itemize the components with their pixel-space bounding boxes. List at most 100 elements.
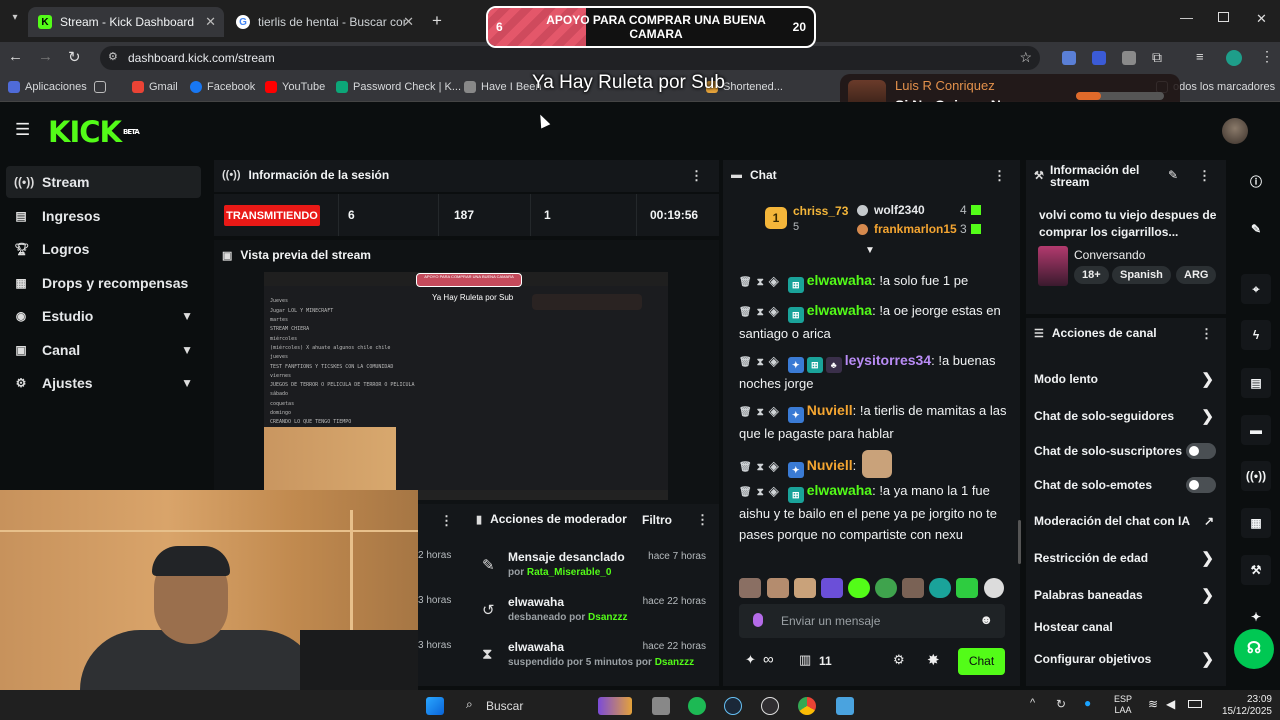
address-bar[interactable]: ⚙ dashboard.kick.com/stream ☆ bbox=[100, 46, 1040, 70]
moderator-name[interactable]: Dsanzzz bbox=[588, 612, 627, 623]
kick-points-icon[interactable]: ✸ bbox=[927, 651, 940, 669]
document-icon[interactable]: ▤ bbox=[1241, 368, 1271, 398]
maximize-window-icon[interactable] bbox=[1218, 12, 1229, 22]
expand-leaderboard-icon[interactable]: ▼ bbox=[865, 245, 875, 256]
action-banned-words[interactable]: Palabras baneadas ❯ bbox=[1034, 587, 1220, 604]
forward-icon[interactable]: → bbox=[38, 48, 53, 65]
sidebar-item-logros[interactable]: 🏆︎ Logros bbox=[6, 233, 201, 265]
extension-icon[interactable] bbox=[1062, 51, 1076, 65]
bookmark-apps[interactable]: Aplicaciones bbox=[8, 81, 87, 93]
tab-kick-dashboard[interactable]: K Stream - Kick Dashboard ✕ bbox=[28, 7, 224, 37]
mod-tools-icons[interactable]: 🗑︎⧗◈ bbox=[739, 462, 784, 473]
chat-username[interactable]: leysitorres34 bbox=[845, 352, 931, 368]
emote-button[interactable] bbox=[767, 578, 789, 598]
tab-google-search[interactable]: G tierlis de hentai - Buscar con Go ✕ bbox=[226, 7, 422, 37]
mod-tools-icons[interactable]: 🗑︎⧗◈ bbox=[739, 487, 784, 498]
mod-tools-icons[interactable]: 🗑︎⧗◈ bbox=[739, 307, 784, 318]
layout-icon[interactable]: ▦ bbox=[1241, 508, 1271, 538]
points-icon[interactable]: ✦ bbox=[745, 652, 756, 668]
bookmark-facebook[interactable]: Facebook bbox=[190, 81, 255, 93]
mod-tools-icons[interactable]: 🗑︎⧗◈ bbox=[739, 357, 784, 368]
broadcast-icon[interactable]: ((•)) bbox=[1241, 461, 1271, 491]
sidebar-item-ingresos[interactable]: ▤ Ingresos bbox=[6, 200, 201, 232]
microphone-icon[interactable] bbox=[753, 613, 763, 627]
emote-button[interactable] bbox=[739, 578, 761, 598]
chat-message[interactable]: 🗑︎⧗◈ ⊞ elwawaha: !a ya mano la 1 fue aishu… bbox=[739, 480, 1021, 545]
notepad-icon[interactable] bbox=[836, 697, 854, 715]
browser-menu-icon[interactable]: ⋮ bbox=[1260, 48, 1274, 65]
mod-action-row[interactable]: ✎ Mensaje desanclado por Rata_Miserable_… bbox=[468, 550, 718, 594]
chrome-icon[interactable] bbox=[798, 697, 816, 715]
send-chat-button[interactable]: Chat bbox=[958, 648, 1005, 675]
chat-username[interactable]: elwawaha bbox=[807, 272, 872, 288]
mod-action-subject[interactable]: elwawaha bbox=[508, 640, 564, 654]
media-control-icon[interactable]: ≡ bbox=[1196, 49, 1204, 64]
emoji-picker-icon[interactable]: ☻ bbox=[979, 612, 993, 627]
sidebar-item-ajustes[interactable]: ⚙ Ajustes ▼ bbox=[6, 367, 201, 399]
action-host-channel[interactable]: Hostear canal bbox=[1034, 620, 1220, 634]
tag-chip[interactable]: Spanish bbox=[1112, 266, 1171, 284]
moderator-name[interactable]: Dsanzzz bbox=[655, 657, 694, 668]
info-icon[interactable]: ⓘ bbox=[1241, 166, 1271, 196]
new-tab-button[interactable]: + bbox=[432, 11, 442, 31]
site-info-icon[interactable]: ⚙ bbox=[108, 50, 118, 63]
user-avatar[interactable] bbox=[1222, 118, 1248, 144]
emote-button[interactable] bbox=[984, 578, 1004, 598]
lightning-icon[interactable]: ϟ bbox=[1241, 320, 1271, 350]
wrench-icon[interactable]: ⚒ bbox=[1241, 555, 1271, 585]
sidebar-item-canal[interactable]: ▣ Canal ▼ bbox=[6, 334, 201, 366]
action-emotes-only[interactable]: Chat de solo-emotes bbox=[1034, 477, 1220, 493]
bookmark-star-icon[interactable]: ☆ bbox=[1019, 49, 1032, 66]
close-tab-icon[interactable]: ✕ bbox=[403, 14, 414, 30]
chat-username[interactable]: elwawaha bbox=[807, 302, 872, 318]
chat-input[interactable]: Enviar un mensaje ☻ bbox=[739, 604, 1005, 638]
bookmark-password-check[interactable]: Password Check | K... bbox=[336, 81, 461, 93]
leader-third-name[interactable]: frankmarlon15 bbox=[874, 222, 957, 236]
task-view-icon[interactable] bbox=[652, 697, 670, 715]
mod-tools-icons[interactable]: 🗑︎⧗◈ bbox=[739, 407, 784, 418]
emote-button[interactable] bbox=[956, 578, 978, 598]
emote-button[interactable] bbox=[821, 578, 843, 598]
action-followers-only[interactable]: Chat de solo-seguidores ❯ bbox=[1034, 408, 1220, 425]
kick-logo[interactable]: KICK BETA bbox=[48, 117, 140, 147]
tag-chip[interactable]: ARG bbox=[1176, 266, 1217, 284]
emotes-only-toggle[interactable] bbox=[1186, 477, 1216, 493]
chat-bubble-icon[interactable]: ▬ bbox=[1241, 415, 1271, 445]
panel-menu-icon[interactable]: ⋮ bbox=[440, 513, 453, 529]
bookmark-youtube[interactable]: YouTube bbox=[265, 81, 325, 93]
clock[interactable]: 23:09 15/12/2025 bbox=[1206, 694, 1272, 718]
chat-message[interactable]: 🗑︎⧗◈ ✦ Nuviell: bbox=[739, 450, 1021, 478]
stream-preview-video[interactable]: APOYO PARA COMPRAR UNA BUENA CAMARA Ya H… bbox=[264, 272, 668, 500]
back-icon[interactable]: ← bbox=[8, 48, 23, 65]
emote-button[interactable] bbox=[848, 578, 870, 598]
bookmark-gmail[interactable]: Gmail bbox=[132, 81, 178, 93]
widgets-icon[interactable] bbox=[598, 697, 632, 715]
mod-action-row[interactable]: ⧗ elwawaha suspendido por 5 minutos por … bbox=[468, 640, 718, 684]
close-tab-icon[interactable]: ✕ bbox=[205, 14, 216, 30]
action-ai-moderation[interactable]: Moderación del chat con IA ↗ bbox=[1034, 514, 1220, 528]
wifi-icon[interactable]: ≋ bbox=[1148, 697, 1158, 711]
chat-message[interactable]: 🗑︎⧗◈ ⊞ elwawaha: !a solo fue 1 pe bbox=[739, 270, 1021, 293]
microphone-icon[interactable]: ● bbox=[1084, 696, 1091, 710]
sidebar-item-stream[interactable]: ((•)) Stream bbox=[6, 166, 201, 198]
session-menu-icon[interactable]: ⋮ bbox=[690, 168, 703, 184]
sidebar-item-drops[interactable]: ▦ Drops y recompensas bbox=[6, 267, 201, 299]
language-indicator[interactable]: ESP LAA bbox=[1114, 694, 1132, 716]
mod-tools-icons[interactable]: 🗑︎⧗◈ bbox=[739, 277, 784, 288]
chat-username[interactable]: Nuviell bbox=[807, 457, 853, 473]
action-age-restriction[interactable]: Restricción de edad ❯ bbox=[1034, 550, 1220, 567]
camera-focus-icon[interactable]: ⌖ bbox=[1241, 274, 1271, 304]
mod-action-subject[interactable]: elwawaha bbox=[508, 595, 564, 609]
hamburger-menu-icon[interactable]: ☰ bbox=[15, 120, 30, 140]
bookmark-tab-groups[interactable] bbox=[94, 81, 111, 93]
moderator-name[interactable]: Rata_Miserable_0 bbox=[527, 567, 612, 578]
chat-scrollbar[interactable] bbox=[1018, 520, 1021, 564]
tag-chip[interactable]: 18+ bbox=[1074, 266, 1109, 284]
channel-actions-menu-icon[interactable]: ⋮ bbox=[1200, 326, 1213, 342]
chat-settings-icon[interactable]: ⚙ bbox=[893, 652, 905, 668]
chat-message[interactable]: 🗑︎⧗◈ ⊞ elwawaha: !a oe jeorge estas en san… bbox=[739, 300, 1021, 344]
chat-username[interactable]: elwawaha bbox=[807, 482, 872, 498]
minimize-window-icon[interactable]: — bbox=[1180, 10, 1193, 25]
extensions-puzzle-icon[interactable]: ⧉ bbox=[1152, 49, 1162, 66]
emote-button[interactable] bbox=[794, 578, 816, 598]
